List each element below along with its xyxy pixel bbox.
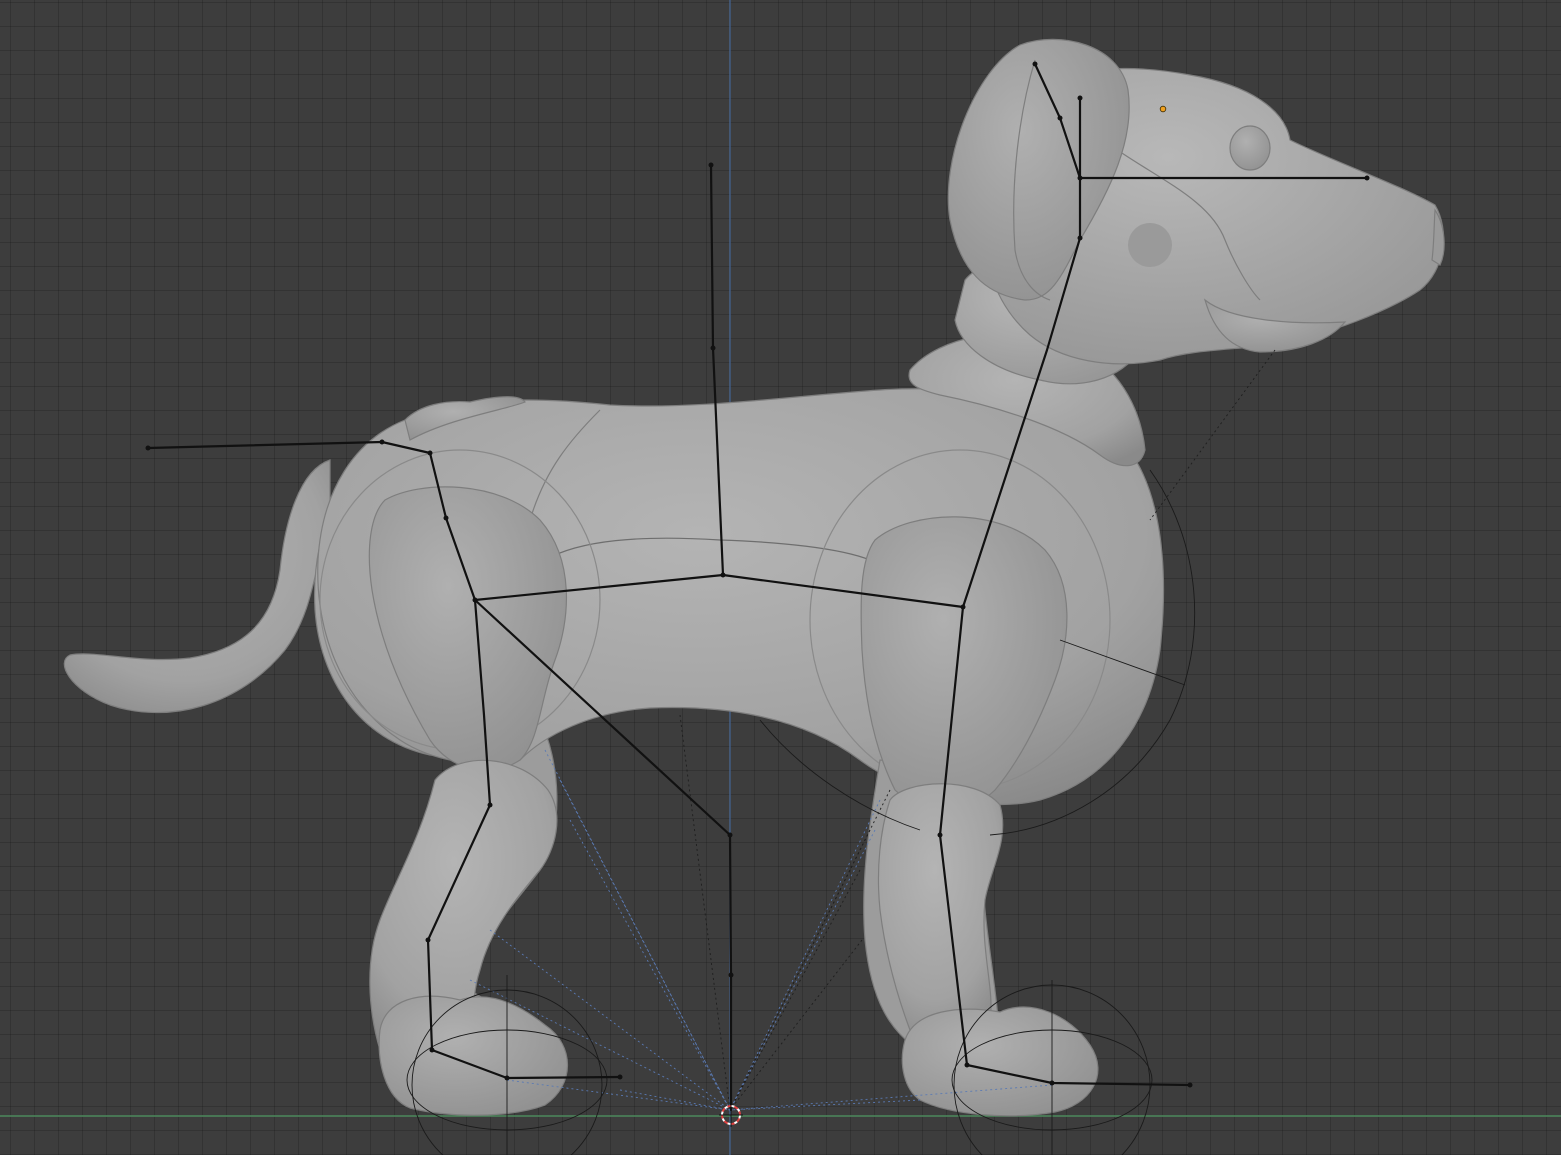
- dog-mesh[interactable]: [63, 38, 1445, 1117]
- tail[interactable]: [63, 459, 331, 714]
- selected-vertex[interactable]: [1159, 105, 1167, 113]
- viewport-scene: [0, 0, 1561, 1155]
- eye: [1229, 125, 1271, 171]
- cheek-spot: [1128, 223, 1172, 267]
- hind-paw[interactable]: [378, 995, 568, 1116]
- 3d-viewport[interactable]: [0, 0, 1561, 1155]
- 3d-cursor-icon[interactable]: [719, 1103, 743, 1127]
- front-paw[interactable]: [901, 1006, 1099, 1117]
